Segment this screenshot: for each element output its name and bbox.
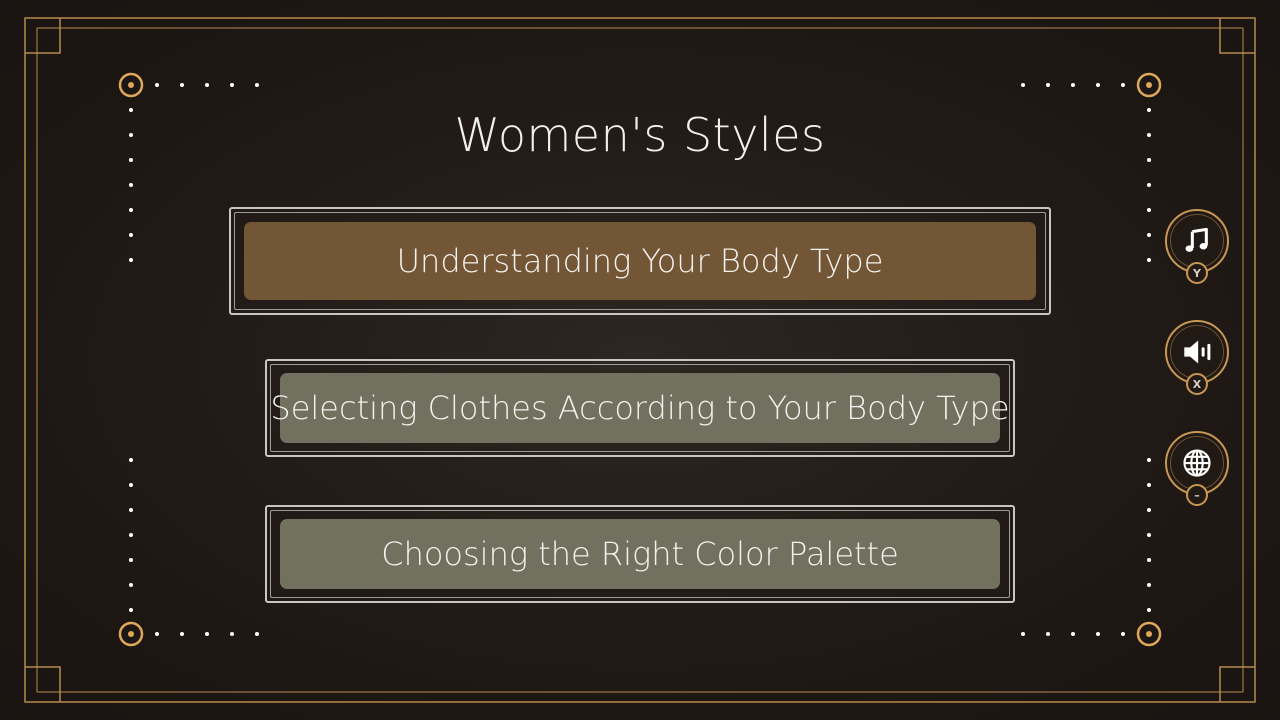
page-title: Women's Styles: [454, 108, 826, 162]
key-hint-badge: Y: [1186, 262, 1208, 284]
key-hint-badge: X: [1186, 373, 1208, 395]
music-note-icon: [1185, 227, 1208, 252]
option-selecting-clothes[interactable]: Selecting Clothes According to Your Body…: [265, 359, 1015, 457]
option-label: Understanding Your Body Type: [244, 222, 1036, 300]
language-button[interactable]: –: [1165, 431, 1229, 506]
key-hint-badge: –: [1186, 484, 1208, 506]
music-button[interactable]: Y: [1165, 209, 1229, 284]
option-color-palette[interactable]: Choosing the Right Color Palette: [265, 505, 1015, 603]
option-label: Choosing the Right Color Palette: [280, 519, 1000, 589]
sound-button[interactable]: X: [1165, 320, 1229, 395]
option-label: Selecting Clothes According to Your Body…: [270, 373, 1010, 443]
option-understanding-body-type[interactable]: Understanding Your Body Type: [229, 207, 1051, 315]
speaker-icon: [1184, 340, 1211, 364]
globe-icon: [1183, 449, 1211, 477]
